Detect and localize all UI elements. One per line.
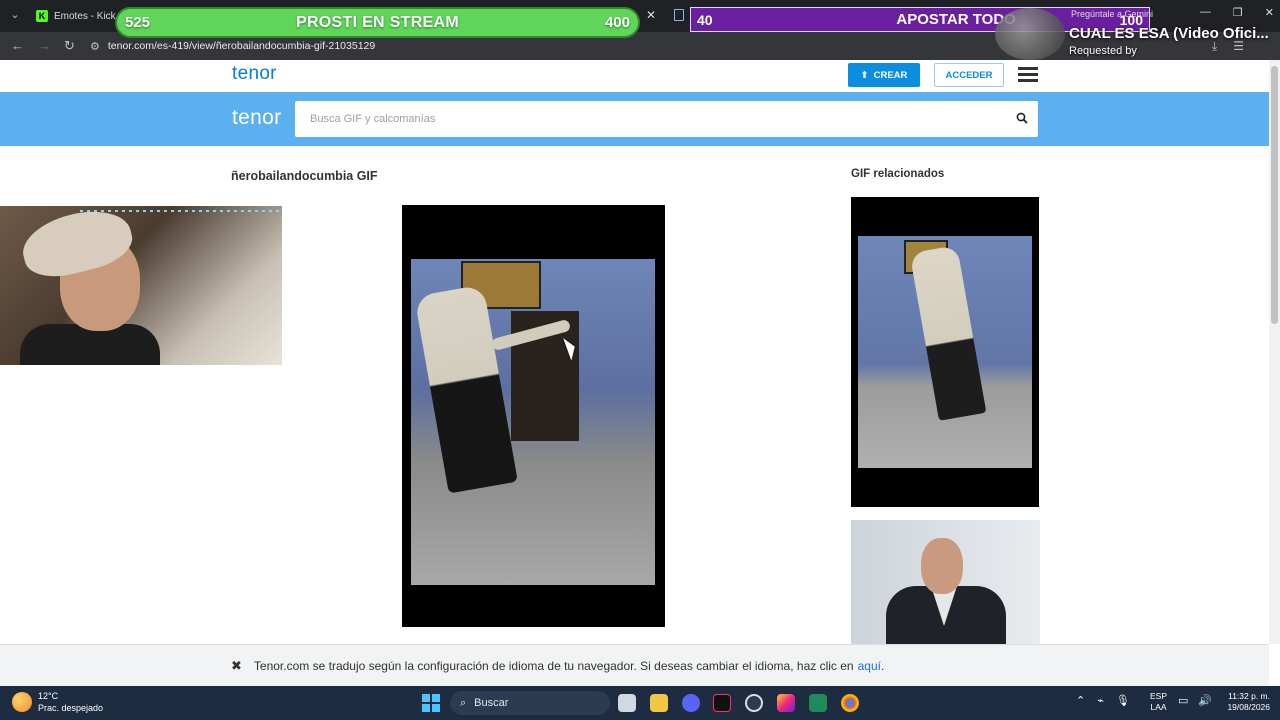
weather-widget[interactable]: 12°C Prac. despejado (12, 690, 103, 714)
progress-title: PROSTI EN STREAM (295, 13, 460, 31)
related-title: GIF relacionados (851, 168, 945, 180)
create-label: CREAR (873, 69, 908, 81)
create-button[interactable]: ⬆ CREAR (848, 63, 920, 87)
tab-search-chevron-icon[interactable]: ⌄ (6, 6, 24, 24)
lang-2: LAA (1150, 702, 1167, 712)
close-tab-icon[interactable]: ✕ (646, 8, 656, 22)
tenor-logo-small[interactable]: tenor (232, 63, 277, 85)
close-notice-icon[interactable]: ✖ (231, 658, 242, 674)
time: 11:32 p. m. (1228, 691, 1270, 701)
reload-icon[interactable]: ↻ (64, 38, 75, 54)
clock[interactable]: 11:32 p. m. 19/08/2026 (1218, 691, 1270, 713)
translation-message: Tenor.com se tradujo según la configurac… (253, 658, 854, 673)
weather-condition: Prac. despejado (38, 703, 104, 713)
start-button-icon[interactable] (422, 694, 440, 712)
search-icon[interactable] (1016, 112, 1028, 124)
requested-by: Requested by (1069, 45, 1137, 57)
song-title: CUAL ES ESA (Video Ofici... (1069, 25, 1269, 42)
obs-icon[interactable] (745, 694, 763, 712)
stream-progress-bar: 525 PROSTI EN STREAM 400 (115, 7, 640, 38)
network-icon[interactable]: ⌁ (1097, 694, 1104, 707)
streamer-webcam (0, 206, 282, 365)
microphone-icon[interactable]: 🎙 (1116, 694, 1130, 707)
search-band: tenor Busca GIF y calcomanías (0, 92, 1269, 146)
page-scrollbar[interactable] (1269, 60, 1280, 644)
taskbar-search[interactable]: ⌕ Buscar (450, 691, 610, 715)
task-view-icon[interactable] (618, 694, 636, 712)
change-language-link[interactable]: aquí (858, 659, 881, 673)
search-placeholder: Busca GIF y calcomanías (310, 113, 436, 125)
site-info-icon[interactable]: ⚙ (90, 40, 100, 53)
volume-icon[interactable]: 🔊 (1198, 694, 1212, 707)
forward-icon[interactable]: → (38, 38, 51, 53)
lang-1: ESP (1150, 691, 1168, 701)
chevron-up-icon[interactable]: ⌃ (1076, 694, 1085, 707)
tiktok-icon[interactable] (713, 694, 731, 712)
menu-icon[interactable] (1018, 67, 1038, 82)
main-gif[interactable] (402, 205, 665, 627)
tenor-header: tenor ⬆ CREAR ACCEDER (0, 60, 1269, 92)
related-gif[interactable] (851, 197, 1039, 507)
page-title: ñerobailandocumbia GIF (231, 169, 378, 183)
system-tray-2: ▭ 🔊 (1178, 694, 1212, 707)
gemini-prompt: Pregúntale a Gemini (1071, 9, 1154, 19)
translation-message-end: . (880, 658, 885, 673)
login-button[interactable]: ACCEDER (934, 63, 1004, 87)
song-avatar (995, 8, 1065, 60)
date: 19/08/2026 (1227, 702, 1270, 712)
temperature: 12°C (38, 691, 59, 701)
back-icon[interactable]: ← (11, 38, 24, 53)
app-icon[interactable] (809, 694, 827, 712)
progress-right-value: 400 (604, 14, 630, 31)
instagram-icon[interactable] (777, 694, 795, 712)
progress-left-value: 525 (125, 14, 151, 31)
language-indicator[interactable]: ESP LAA (1150, 691, 1167, 713)
windows-taskbar: 12°C Prac. despejado ⌕ Buscar ⌃ ⌁ 🎙 ESP … (0, 686, 1280, 720)
close-window-icon[interactable]: ✕ (1265, 6, 1274, 19)
display-icon[interactable]: ▭ (1178, 694, 1188, 707)
tenor-logo[interactable]: tenor (232, 106, 281, 130)
file-explorer-icon[interactable] (650, 694, 668, 712)
discord-icon[interactable] (682, 694, 700, 712)
upload-icon: ⬆ (860, 69, 869, 81)
tenor-page: tenor ⬆ CREAR ACCEDER tenor Busca GIF y … (0, 60, 1269, 644)
document-favicon-icon[interactable] (674, 9, 684, 21)
kick-favicon-icon: K (36, 10, 48, 22)
search-icon: ⌕ (460, 696, 467, 709)
search-input[interactable]: Busca GIF y calcomanías (295, 101, 1038, 137)
system-tray: ⌃ ⌁ 🎙 (1076, 694, 1130, 707)
bet-value: 40 (697, 11, 713, 28)
related-gif[interactable] (851, 520, 1040, 644)
url-text: tenor.com/es-419/view/ñerobailandocumbia… (107, 40, 376, 52)
taskbar-search-label: Buscar (474, 697, 509, 709)
url-field[interactable]: ⚙ tenor.com/es-419/view/ñerobailandocumb… (90, 36, 1050, 56)
chrome-icon[interactable] (841, 694, 859, 712)
scrollbar-thumb[interactable] (1271, 66, 1278, 324)
translation-notice-bar: ✖ Tenor.com se tradujo según la configur… (0, 644, 1269, 686)
now-playing-overlay: Pregúntale a Gemini CUAL ES ESA (Video O… (995, 8, 1269, 60)
weather-icon (12, 692, 32, 712)
